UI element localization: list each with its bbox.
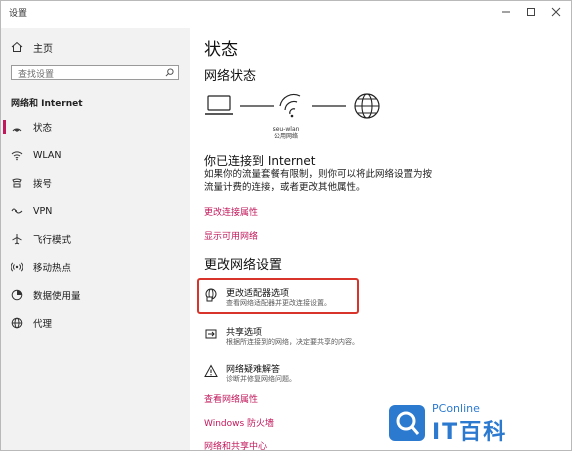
globe-icon xyxy=(354,93,380,119)
sidebar-home-label: 主页 xyxy=(33,43,53,55)
network-type: 公用网络 xyxy=(273,133,298,140)
page-title: 状态 xyxy=(204,40,238,60)
sidebar-item-label: 状态 xyxy=(33,123,53,134)
main-content: 状态 网络状态 seu-wlan 公用网络 你已连接到 Internet 如果你… xyxy=(190,28,571,452)
close-icon xyxy=(551,7,561,17)
wifi-signal-icon xyxy=(279,93,301,118)
network-diagram xyxy=(205,93,380,119)
windows-firewall-link[interactable]: Windows 防火墙 xyxy=(204,416,274,429)
sidebar-item-proxy[interactable]: 代理 xyxy=(1,313,190,333)
option-description: 诊断并修复网络问题。 xyxy=(226,375,296,383)
minimize-button[interactable] xyxy=(495,3,517,21)
sidebar-item-hotspot[interactable]: 移动热点 xyxy=(1,257,190,277)
maximize-button[interactable] xyxy=(520,3,542,21)
sidebar-item-label: 拨号 xyxy=(33,179,53,190)
home-icon xyxy=(11,41,23,52)
network-sharing-center-link[interactable]: 网络和共享中心 xyxy=(204,439,267,452)
troubleshooter-item[interactable]: 网络疑难解答 诊断并修复网络问题。 xyxy=(204,362,374,386)
change-settings-heading: 更改网络设置 xyxy=(204,258,283,273)
hotspot-icon xyxy=(10,260,24,274)
sidebar: 主页 查找设置 网络和 Internet 状态 WLAN 拨号 VPN 飞行模式… xyxy=(1,28,190,450)
connected-heading: 你已连接到 Internet xyxy=(204,154,316,168)
network-ssid: seu-wlan xyxy=(272,126,300,133)
option-description: 查看网络适配器并更改连接设置。 xyxy=(226,299,331,307)
sidebar-home[interactable]: 主页 xyxy=(11,39,53,55)
option-description: 根据所连接到的网络，决定要共享的内容。 xyxy=(226,338,359,346)
change-connection-properties-link[interactable]: 更改连接属性 xyxy=(204,205,258,218)
maximize-icon xyxy=(527,8,535,16)
close-button[interactable] xyxy=(545,3,567,21)
sidebar-item-label: 移动热点 xyxy=(33,263,72,274)
sidebar-item-label: 代理 xyxy=(33,319,53,330)
search-icon[interactable] xyxy=(165,68,174,77)
search-input[interactable]: 查找设置 xyxy=(11,65,179,80)
sidebar-item-label: WLAN xyxy=(33,149,62,161)
search-placeholder: 查找设置 xyxy=(18,70,55,80)
network-status-heading: 网络状态 xyxy=(204,69,257,84)
sharing-options-item[interactable]: 共享选项 根据所连接到的网络，决定要共享的内容。 xyxy=(204,325,374,349)
watermark: PConline IT百科 xyxy=(388,396,568,448)
title-bar: 设置 xyxy=(0,0,572,28)
sidebar-item-dialup[interactable]: 拨号 xyxy=(1,173,190,193)
wifi-icon xyxy=(10,148,24,162)
view-network-properties-link[interactable]: 查看网络属性 xyxy=(204,392,258,405)
window-title: 设置 xyxy=(9,9,28,19)
adapter-options-item[interactable]: 更改适配器选项 查看网络适配器并更改连接设置。 xyxy=(204,286,374,310)
vpn-icon xyxy=(10,204,24,218)
active-marker xyxy=(3,120,6,134)
warning-icon xyxy=(204,364,218,377)
sidebar-item-wlan[interactable]: WLAN xyxy=(1,145,190,165)
proxy-icon xyxy=(10,316,24,330)
sidebar-item-label: VPN xyxy=(33,205,53,217)
airplane-icon xyxy=(10,232,24,246)
minimize-icon xyxy=(502,11,510,13)
sidebar-item-vpn[interactable]: VPN xyxy=(1,201,190,221)
sidebar-section-title: 网络和 Internet xyxy=(11,99,83,109)
data-usage-icon xyxy=(10,288,24,302)
dialup-icon xyxy=(10,176,24,190)
status-icon xyxy=(10,120,24,134)
show-available-networks-link[interactable]: 显示可用网络 xyxy=(204,229,258,242)
sidebar-item-data-usage[interactable]: 数据使用量 xyxy=(1,285,190,305)
sharing-icon xyxy=(205,329,217,339)
sidebar-item-label: 飞行模式 xyxy=(33,235,72,246)
connected-description: 如果你的流量套餐有限制，则你可以将此网络设置为按流量计费的连接，或者更改其他属性… xyxy=(204,169,433,193)
watermark-text: IT百科 xyxy=(432,420,508,445)
sidebar-item-airplane[interactable]: 飞行模式 xyxy=(1,229,190,249)
pconline-logo-icon xyxy=(389,405,425,441)
adapter-icon xyxy=(205,288,217,302)
sidebar-item-label: 数据使用量 xyxy=(33,291,81,302)
network-name: seu-wlan 公用网络 xyxy=(268,126,304,140)
laptop-icon xyxy=(205,95,233,115)
sidebar-item-status[interactable]: 状态 xyxy=(1,117,190,137)
